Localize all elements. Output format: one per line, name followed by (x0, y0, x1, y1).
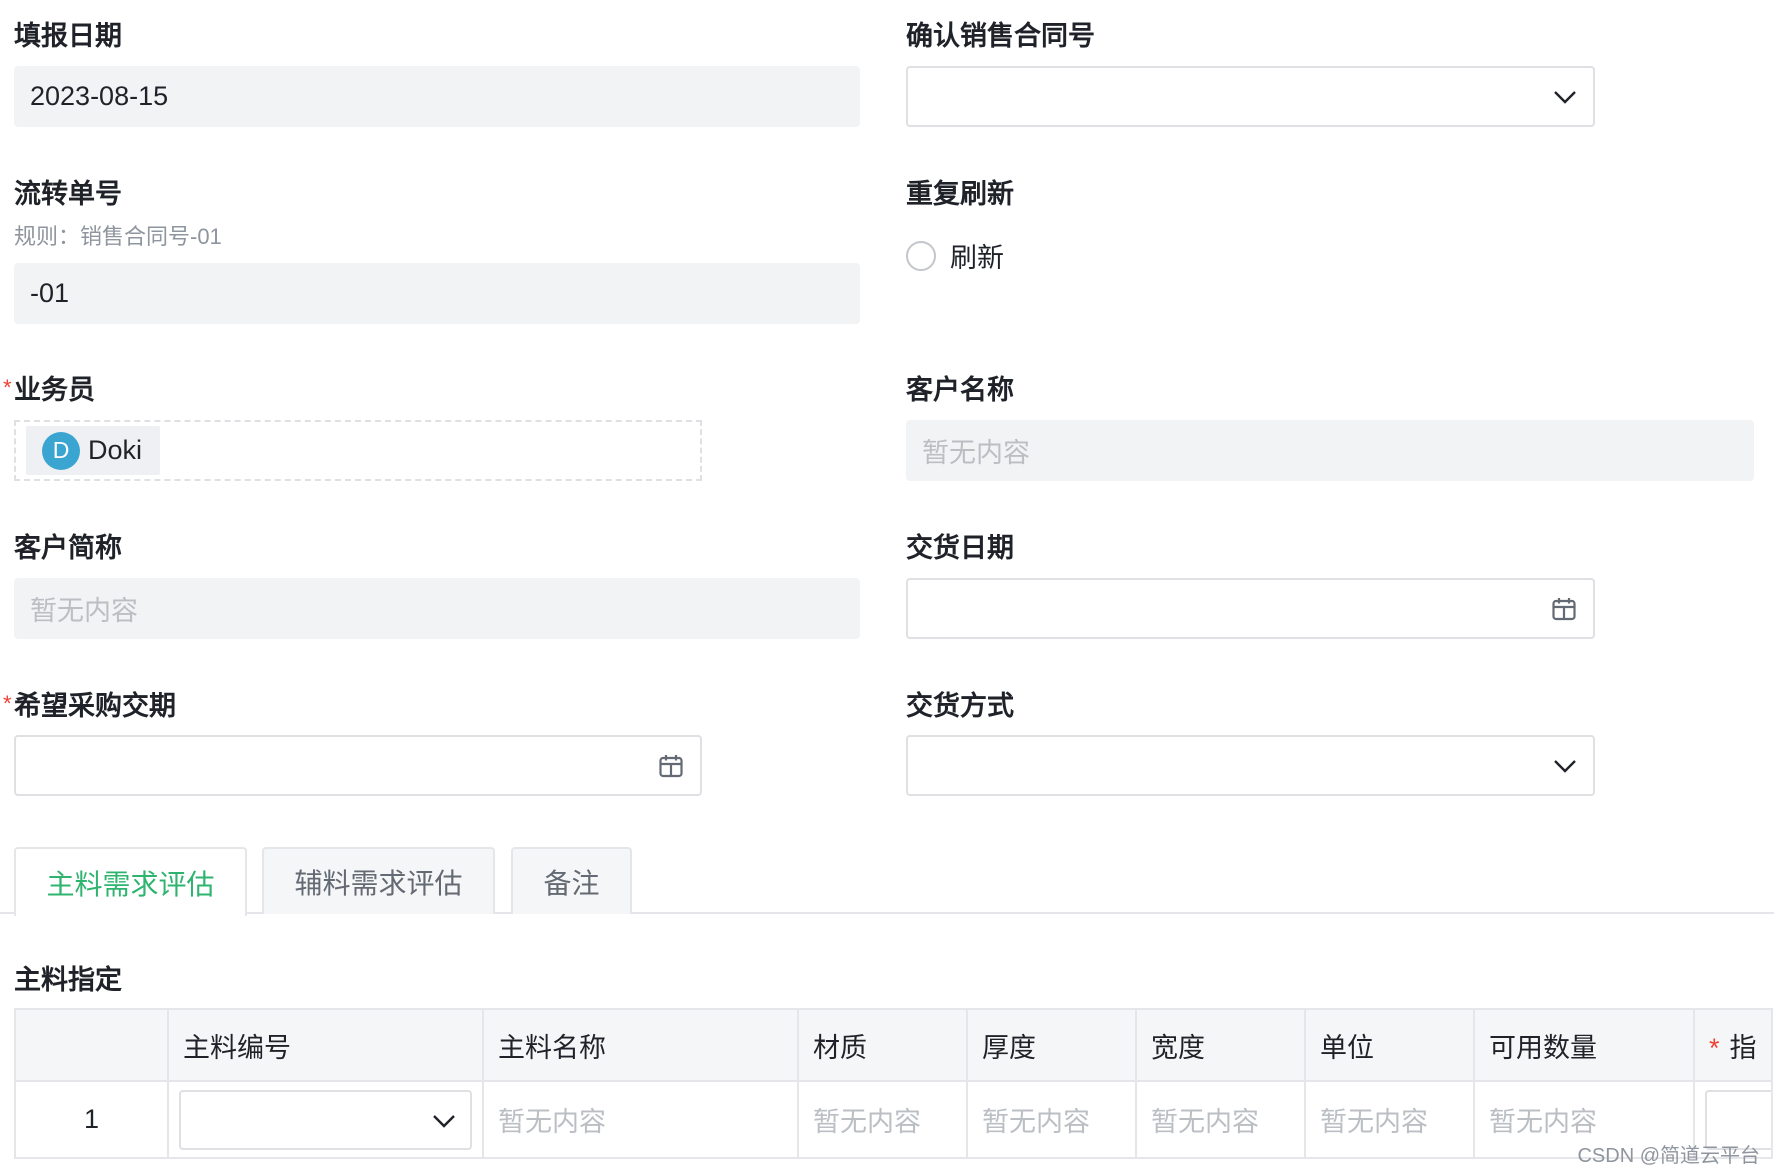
delivery-date-picker[interactable] (906, 578, 1595, 639)
delivery-date-label: 交货日期 (906, 533, 1014, 563)
customer-name-label: 客户名称 (906, 375, 1014, 405)
calendar-icon[interactable] (1551, 596, 1577, 622)
delivery-method-select[interactable] (906, 735, 1595, 796)
row-index: 1 (14, 1080, 169, 1159)
confirm-contract-label: 确认销售合同号 (906, 21, 1095, 51)
expected-date-label: * 希望采购交期 (3, 688, 176, 724)
thickness-cell: 暂无内容 (966, 1080, 1137, 1159)
code-cell (167, 1080, 484, 1159)
fill-date-label: 填报日期 (14, 21, 122, 51)
flow-no-value: -01 (30, 278, 70, 308)
name-cell: 暂无内容 (482, 1080, 799, 1159)
col-header-unit: 单位 (1304, 1008, 1475, 1082)
salesperson-label: * 业务员 (3, 372, 95, 408)
col-header-name: 主料名称 (482, 1008, 799, 1082)
customer-name-field: 暂无内容 (906, 420, 1754, 481)
col-header-code: 主料编号 (167, 1008, 484, 1082)
chevron-down-icon (432, 1104, 456, 1135)
member-name: Doki (88, 435, 143, 465)
code-select[interactable] (179, 1089, 472, 1150)
required-mark: * (3, 375, 12, 400)
required-mark: * (1709, 1032, 1720, 1063)
material-cell: 暂无内容 (797, 1080, 968, 1159)
delivery-method-label: 交货方式 (906, 691, 1014, 721)
table-header-row: 主料编号 主料名称 材质 厚度 宽度 单位 可用数量 * 指 (14, 1008, 1773, 1082)
col-header-index (14, 1008, 169, 1082)
col-header-material: 材质 (797, 1008, 968, 1082)
material-table: 主料编号 主料名称 材质 厚度 宽度 单位 可用数量 * 指 1 暂无内容 暂无内… (14, 1008, 1773, 1159)
tab-remarks[interactable]: 备注 (511, 847, 632, 914)
salesperson-picker[interactable]: D Doki (14, 420, 702, 481)
customer-name-placeholder: 暂无内容 (922, 438, 1030, 468)
fill-date-value: 2023-08-15 (30, 81, 169, 111)
avatar: D (42, 431, 80, 470)
member-chip[interactable]: D Doki (26, 426, 161, 475)
chevron-down-icon (1553, 90, 1577, 104)
tab-aux-material[interactable]: 辅料需求评估 (262, 847, 495, 914)
flow-no-hint: 规则：销售合同号-01 (14, 224, 222, 249)
required-mark: * (3, 691, 12, 716)
watermark: CSDN @简道云平台 (1577, 1145, 1760, 1167)
fill-date-field[interactable]: 2023-08-15 (14, 66, 860, 127)
section-title: 主料指定 (14, 965, 122, 995)
calendar-icon[interactable] (658, 753, 684, 779)
chevron-down-icon (1553, 759, 1577, 773)
refresh-label: 重复刷新 (906, 179, 1014, 209)
flow-no-label: 流转单号 (14, 179, 122, 209)
col-header-thickness: 厚度 (966, 1008, 1137, 1082)
confirm-contract-select[interactable] (906, 66, 1595, 127)
expected-date-picker[interactable] (14, 735, 702, 796)
customer-short-placeholder: 暂无内容 (30, 596, 138, 626)
unit-cell: 暂无内容 (1304, 1080, 1475, 1159)
refresh-option-label: 刷新 (950, 243, 1004, 273)
tab-main-material[interactable]: 主料需求评估 (14, 847, 247, 916)
col-header-width: 宽度 (1135, 1008, 1306, 1082)
flow-no-field[interactable]: -01 (14, 263, 860, 324)
col-header-assign: * 指 (1693, 1008, 1773, 1082)
customer-short-field: 暂无内容 (14, 578, 860, 639)
refresh-radio[interactable]: 刷新 (906, 236, 1004, 275)
radio-circle[interactable] (906, 240, 936, 271)
col-header-qty: 可用数量 (1473, 1008, 1695, 1082)
customer-short-label: 客户简称 (14, 533, 122, 563)
width-cell: 暂无内容 (1135, 1080, 1306, 1159)
table-row: 1 暂无内容 暂无内容 暂无内容 暂无内容 暂无内容 暂无内容 (14, 1080, 1773, 1159)
